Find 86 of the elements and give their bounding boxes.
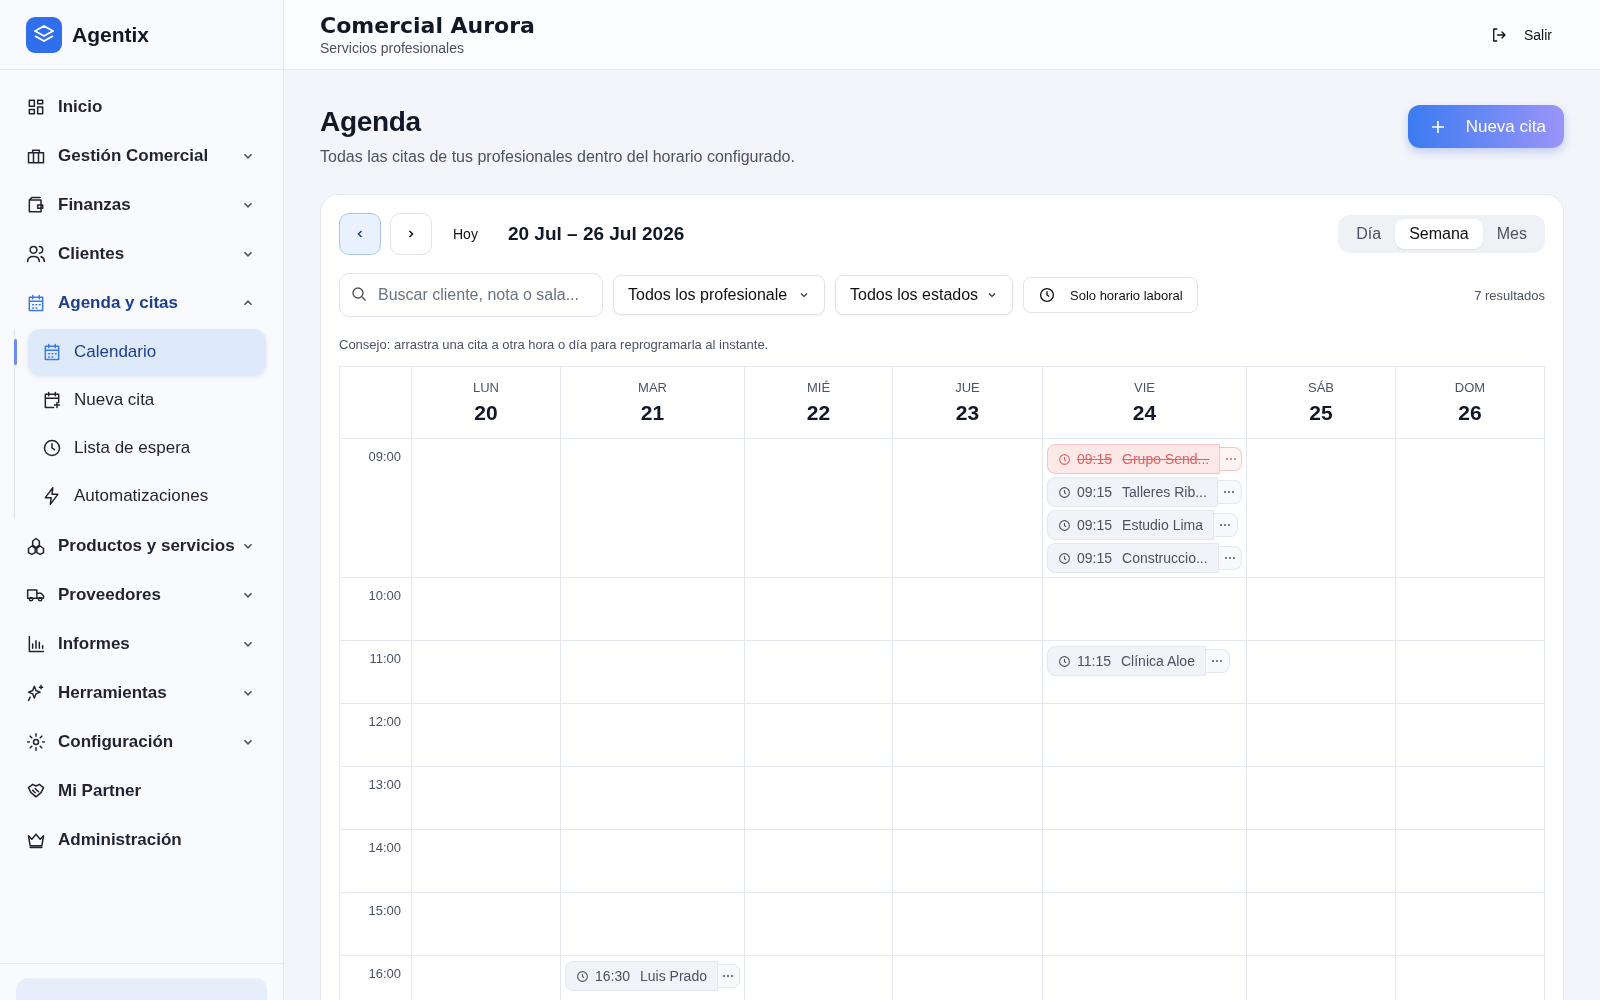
sidebar-item[interactable]: Agenda y citas — [0, 278, 283, 327]
nav-icon — [26, 292, 46, 313]
day-header: SÁB 25 — [1247, 367, 1396, 439]
logout-icon — [1490, 25, 1508, 44]
sidebar-item[interactable]: Productos y servicios — [0, 521, 283, 570]
sidebar-item[interactable]: Informes — [0, 619, 283, 668]
sidebar-item[interactable]: Gestión Comercial — [0, 131, 283, 180]
sidebar-item[interactable]: Inicio — [0, 82, 283, 131]
page-description: Todas las citas de tus profesionales dentro del horario configurado. — [320, 148, 795, 166]
nav-icon — [42, 390, 62, 410]
day-header: JUE 23 — [893, 367, 1043, 439]
more-button[interactable] — [1218, 546, 1242, 570]
more-button[interactable] — [718, 964, 740, 988]
brand-name: Agentix — [72, 22, 149, 47]
sidebar-item[interactable]: Configuración — [0, 717, 283, 766]
more-icon — [1223, 490, 1236, 494]
nav-icon — [26, 243, 46, 264]
more-icon — [1224, 457, 1237, 461]
sidebar-item[interactable]: Clientes — [0, 229, 283, 278]
appointment-chip[interactable]: 11:15 Clínica Aloe — [1047, 646, 1206, 676]
previous-button[interactable] — [339, 213, 381, 255]
sidebar-subitem[interactable]: Lista de espera — [28, 425, 266, 471]
nav-icon — [42, 438, 62, 458]
sidebar-item[interactable]: Herramientas — [0, 668, 283, 717]
appointment-chip[interactable]: 09:15 Construccio... — [1047, 543, 1219, 573]
company-title: Comercial Aurora — [320, 13, 535, 38]
time-label: 16:00 — [340, 956, 412, 1000]
more-icon — [1211, 659, 1224, 663]
clock-icon — [576, 969, 589, 983]
logout-button[interactable]: Salir — [1478, 19, 1564, 50]
clock-icon — [1058, 485, 1071, 499]
search-field[interactable]: Buscar cliente, nota o sala... — [339, 273, 603, 317]
next-button[interactable] — [390, 213, 432, 255]
page-title: Agenda — [320, 106, 423, 138]
nav-icon — [42, 486, 62, 506]
time-label: 15:00 — [340, 893, 412, 956]
sidebar-subitem[interactable]: Nueva cita — [28, 377, 266, 423]
time-label: 14:00 — [340, 830, 412, 893]
sidebar-item[interactable]: Proveedores — [0, 570, 283, 619]
sidebar-item[interactable]: Finanzas — [0, 180, 283, 229]
plus-icon — [1429, 118, 1446, 135]
time-label: 13:00 — [340, 767, 412, 830]
states-dropdown[interactable]: Todos los estados — [835, 275, 1013, 315]
work-hours-button[interactable]: Solo horario laboral — [1023, 277, 1198, 313]
company-subtitle: Servicios profesionales — [320, 40, 465, 56]
more-icon — [1223, 556, 1236, 560]
day-header: VIE 24 — [1043, 367, 1247, 439]
appointment-chip[interactable]: 16:30 Luis Prado — [565, 961, 718, 991]
appointment-chip[interactable]: 09:15 Estudio Lima — [1047, 510, 1214, 540]
more-icon — [1219, 523, 1232, 527]
tip-text: Consejo: arrastra una cita a otra hora o día para reprogramarla al instante. — [339, 337, 770, 352]
results-count: 7 resultados — [1474, 287, 1545, 303]
sidebar-item[interactable]: Mi Partner — [0, 766, 283, 815]
nav-icon — [26, 535, 46, 556]
nav-icon — [26, 194, 46, 215]
day-header: MAR 21 — [561, 367, 745, 439]
search-icon — [351, 286, 367, 302]
professionals-dropdown[interactable]: Todos los profesionale — [613, 275, 825, 315]
clock-icon — [1058, 518, 1071, 532]
clock-icon — [1058, 551, 1071, 565]
day-header: MIÉ 22 — [745, 367, 893, 439]
appointment-chip[interactable]: 09:15 Talleres Rib... — [1047, 477, 1218, 507]
logo-icon — [26, 16, 62, 53]
view-tab[interactable]: Semana — [1395, 219, 1483, 249]
clock-icon — [1058, 654, 1071, 668]
today-button[interactable]: Hoy — [441, 226, 492, 242]
nav-icon — [26, 633, 46, 654]
nav-icon — [42, 342, 62, 362]
clock-icon — [1058, 452, 1071, 466]
time-label: 11:00 — [340, 641, 412, 704]
time-label: 09:00 — [340, 439, 412, 578]
view-tab[interactable]: Mes — [1482, 219, 1541, 249]
view-tab[interactable]: Día — [1342, 219, 1396, 249]
day-header: LUN 20 — [412, 367, 561, 439]
more-icon — [722, 974, 735, 978]
sidebar-subitem[interactable]: Automatizaciones — [28, 473, 266, 519]
date-range: 20 Jul – 26 Jul 2026 — [507, 223, 685, 245]
more-button[interactable] — [1214, 513, 1238, 537]
time-label: 12:00 — [340, 704, 412, 767]
time-label: 10:00 — [340, 578, 412, 641]
clock-icon — [1038, 286, 1056, 304]
day-header: DOM 26 — [1396, 367, 1545, 439]
nav-icon — [26, 731, 46, 752]
nav-icon — [26, 682, 46, 703]
sidebar-item[interactable]: Administración — [0, 815, 283, 864]
more-button[interactable] — [1220, 447, 1242, 471]
